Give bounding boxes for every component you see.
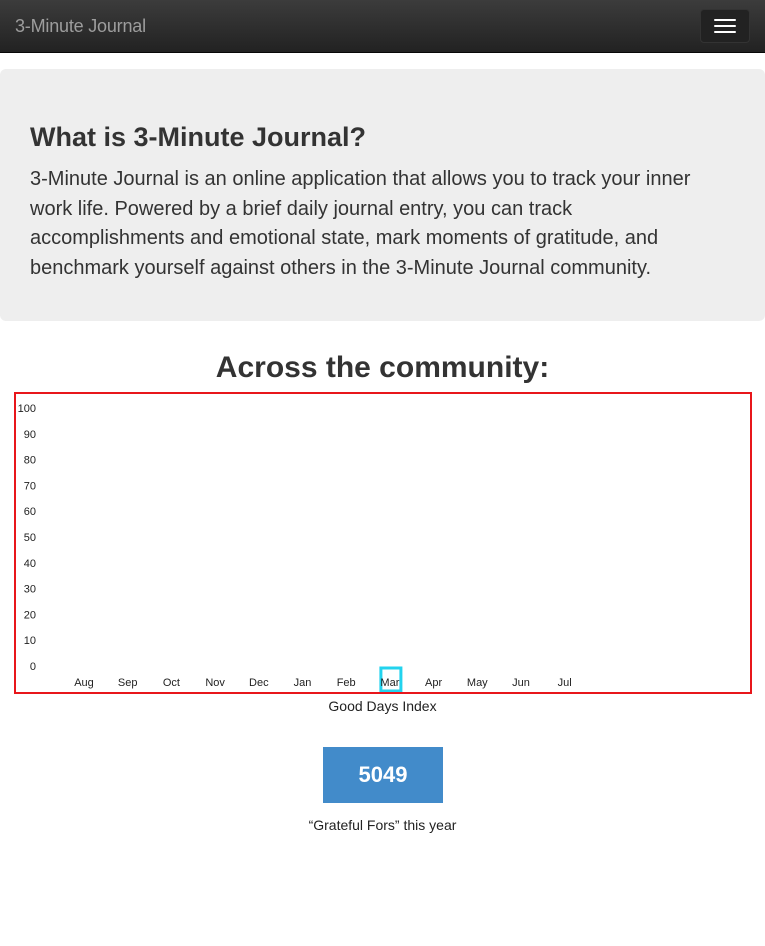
y-tick-label: 90 (24, 429, 36, 441)
x-tick-label: Feb (337, 677, 356, 689)
navbar-toggle-button[interactable] (700, 9, 750, 43)
chart-caption: Good Days Index (328, 698, 437, 714)
x-tick-label: Mar (380, 677, 399, 689)
x-tick-label: May (467, 677, 488, 689)
y-tick-label: 100 (18, 403, 36, 415)
x-tick-label: Jan (294, 677, 312, 689)
intro-panel: What is 3-Minute Journal? 3-Minute Journ… (0, 69, 765, 321)
intro-description: 3-Minute Journal is an online applicatio… (30, 168, 691, 279)
x-tick-label: Nov (205, 677, 225, 689)
y-tick-label: 0 (30, 661, 36, 673)
grateful-fors-count-button[interactable]: 5049 (323, 747, 443, 803)
hamburger-menu-icon (714, 19, 736, 21)
intro-title: What is 3-Minute Journal? (30, 122, 367, 152)
y-tick-label: 60 (24, 506, 36, 518)
chart-svg: 0 10 20 30 40 50 60 70 80 90 100 Aug Sep Oct Nov Dec Jan… (18, 403, 572, 692)
x-tick-label: Sep (118, 677, 138, 689)
brand-link[interactable]: 3-Minute Journal (15, 15, 146, 37)
y-tick-label: 10 (24, 635, 36, 647)
x-tick-label: Aug (74, 677, 94, 689)
y-tick-label: 50 (24, 532, 36, 544)
x-tick-label: Dec (249, 677, 269, 689)
y-tick-label: 20 (24, 609, 36, 621)
y-tick-label: 40 (24, 558, 36, 570)
good-days-chart: 0 10 20 30 40 50 60 70 80 90 100 Aug Sep Oct Nov Dec Jan… (14, 392, 752, 694)
x-tick-label: Apr (425, 677, 442, 689)
y-tick-label: 80 (24, 455, 36, 467)
hamburger-menu-icon (714, 25, 736, 27)
x-tick-label: Oct (163, 677, 180, 689)
grateful-fors-caption: “Grateful Fors” this year (308, 817, 457, 833)
hamburger-menu-icon (714, 31, 736, 33)
y-tick-label: 70 (24, 480, 36, 492)
x-tick-label: Jul (558, 677, 572, 689)
navbar: 3-Minute Journal (0, 0, 765, 53)
x-tick-label: Jun (512, 677, 530, 689)
y-tick-label: 30 (24, 584, 36, 596)
community-heading: Across the community: (215, 351, 550, 384)
